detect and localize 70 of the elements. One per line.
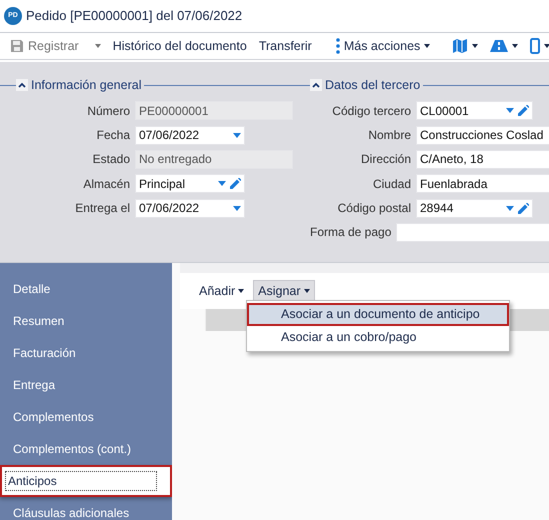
dropdown-field[interactable]: CL00001: [416, 101, 533, 120]
road-icon: [490, 39, 508, 53]
field-label: Dirección: [360, 151, 412, 168]
caret-icon: [544, 44, 549, 48]
collapse-toggle[interactable]: [16, 79, 28, 92]
input-field[interactable]: Fuenlabrada: [416, 174, 549, 194]
dropdown-icon: [218, 181, 226, 186]
caret-icon: [238, 289, 244, 293]
dropdown-icon: [233, 206, 241, 211]
field-label: Almacén: [82, 176, 131, 193]
field-value: 28944: [420, 200, 454, 217]
sidebar-item[interactable]: Complementos (cont.): [0, 433, 172, 465]
field-value: Fuenlabrada: [420, 176, 488, 192]
window-title: Pedido [PE00000001] del 07/06/2022: [26, 7, 242, 26]
field-value: Principal: [139, 176, 186, 192]
field-label: Forma de pago: [309, 224, 392, 242]
field-value: CL00001: [420, 102, 470, 120]
field-value: 07/06/2022: [139, 127, 200, 144]
caret-icon: [512, 44, 518, 48]
field-value: C/Aneto, 18: [420, 151, 484, 168]
sidebar-item[interactable]: Facturación: [0, 337, 172, 369]
dropdown-icon: [506, 206, 514, 211]
phone-icon: [530, 38, 540, 54]
dropdown-field[interactable]: 07/06/2022: [135, 198, 245, 218]
edit-icon: [230, 178, 241, 190]
caret-icon: [424, 44, 430, 48]
edit-icon: [518, 105, 529, 116]
caret-icon: [304, 289, 310, 293]
dropdown-field[interactable]: 28944: [416, 198, 533, 218]
field-label: Código tercero: [331, 102, 412, 120]
sidebar-item[interactable]: Anticipos: [0, 465, 172, 497]
more-actions-button[interactable]: Más acciones: [330, 33, 436, 59]
collapse-toggle[interactable]: [310, 79, 322, 92]
map-icon: [452, 38, 468, 54]
caret-icon: [472, 44, 478, 48]
field-label: Número: [86, 102, 131, 120]
sidebar-item[interactable]: Complementos: [0, 401, 172, 433]
toolbar-button[interactable]: Transferir: [252, 33, 318, 59]
dropdown-icon: [506, 108, 514, 114]
sidebar-item[interactable]: Entrega: [0, 369, 172, 401]
field-label: Ciudad: [372, 176, 412, 193]
field-value: No entregado: [139, 151, 213, 168]
field-label: Estado: [92, 151, 131, 168]
dropdown-field[interactable]: Principal: [135, 174, 245, 194]
field-label: Nombre: [367, 127, 412, 144]
toolbar-button[interactable]: Histórico del documento: [106, 33, 253, 59]
sidebar-item[interactable]: Detalle: [0, 273, 172, 305]
sidebar-item[interactable]: Cláusulas adicionales: [0, 497, 172, 520]
dropdown-field[interactable]: 07/06/2022: [135, 126, 245, 145]
caret-icon: [94, 44, 101, 48]
menu-item[interactable]: Asociar a un documento de anticipo: [247, 303, 509, 326]
input-field[interactable]: [396, 222, 549, 242]
dropdown-icon: [233, 132, 241, 138]
input-field[interactable]: Construcciones Coslad: [416, 126, 549, 145]
sidebar-item[interactable]: Resumen: [0, 305, 172, 337]
more-icon: [336, 38, 340, 54]
dropdown-button[interactable]: Añadir: [194, 280, 250, 302]
section-title: Información general: [30, 77, 142, 94]
field-label: Entrega el: [74, 200, 131, 218]
save-icon: [10, 39, 24, 53]
field-label: Código postal: [336, 200, 412, 218]
section-title: Datos del tercero: [324, 77, 422, 94]
field-value: PE00000001: [139, 102, 210, 120]
menu-item[interactable]: Asociar a un cobro/pago: [247, 326, 509, 349]
field-value: Construcciones Coslad: [420, 127, 544, 144]
dropdown-button[interactable]: Asignar: [253, 280, 315, 302]
field-label: Fecha: [96, 127, 131, 144]
field-value: 07/06/2022: [139, 200, 200, 217]
input-field[interactable]: C/Aneto, 18: [416, 150, 549, 169]
edit-icon: [518, 202, 529, 214]
